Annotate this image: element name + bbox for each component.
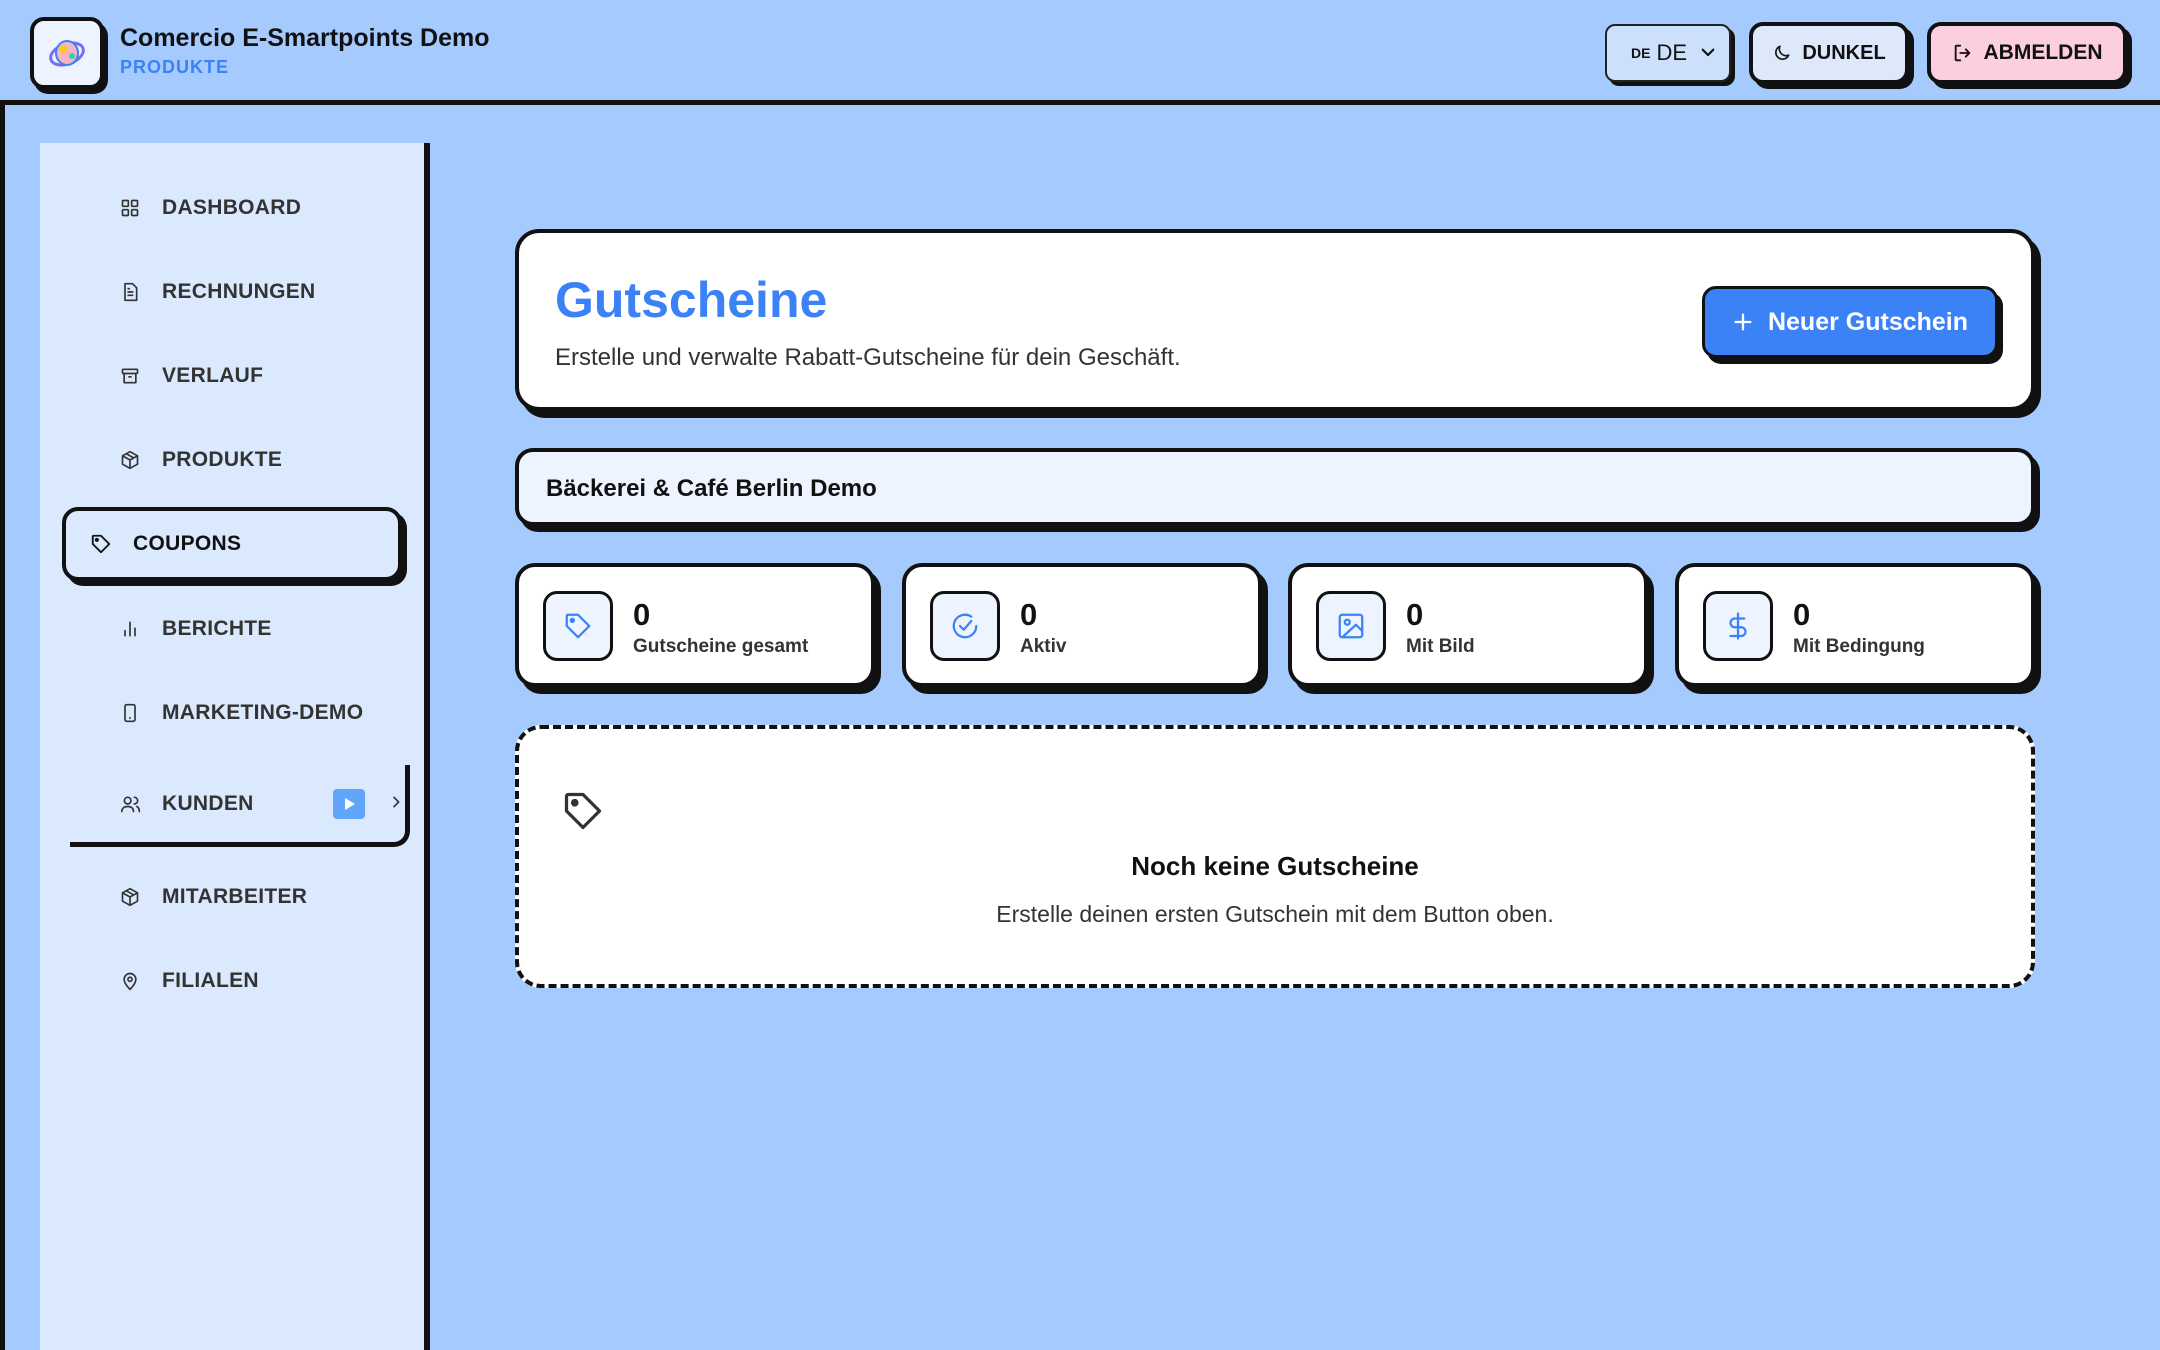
sidebar-item-label: DASHBOARD bbox=[162, 196, 302, 219]
play-badge[interactable] bbox=[333, 789, 365, 819]
archive-icon bbox=[121, 368, 139, 384]
document-icon bbox=[124, 282, 138, 302]
chevron-right-icon[interactable] bbox=[388, 793, 404, 811]
stat-value: 0 bbox=[1406, 597, 1424, 632]
stat-value: 0 bbox=[633, 597, 651, 632]
bar-chart-icon bbox=[124, 621, 136, 637]
sidebar-item-label: VERLAUF bbox=[162, 364, 264, 387]
stat-card-with-condition: 0 Mit Bedingung bbox=[1675, 563, 2035, 687]
check-circle-icon bbox=[952, 613, 978, 639]
empty-state: Noch keine Gutscheine Erstelle deinen er… bbox=[515, 725, 2035, 988]
stat-icon-box bbox=[1316, 591, 1386, 661]
plus-icon bbox=[1734, 313, 1752, 331]
app-title: Comercio E-Smartpoints Demo bbox=[120, 24, 490, 52]
top-bar: Comercio E-Smartpoints Demo PRODUKTE DE … bbox=[0, 0, 2160, 105]
sidebar-item-label: MARKETING-DEMO bbox=[162, 701, 364, 724]
users-icon bbox=[121, 796, 141, 812]
sidebar-item-label: PRODUKTE bbox=[162, 448, 283, 471]
play-icon bbox=[345, 798, 355, 810]
sidebar-item-berichte[interactable]: BERICHTE bbox=[70, 594, 410, 664]
box-icon bbox=[121, 887, 139, 907]
logout-label: ABMELDEN bbox=[1983, 41, 2103, 64]
new-coupon-button[interactable]: Neuer Gutschein bbox=[1702, 286, 1998, 358]
stat-icon-box bbox=[1703, 591, 1773, 661]
moon-icon bbox=[1775, 45, 1790, 60]
language-selected: DE bbox=[1656, 40, 1688, 65]
sidebar-item-label: FILIALEN bbox=[162, 969, 259, 992]
app-logo[interactable] bbox=[30, 17, 104, 89]
stat-label: Gutscheine gesamt bbox=[633, 636, 809, 657]
sidebar-item-dashboard[interactable]: DASHBOARD bbox=[70, 173, 410, 243]
sidebar-item-produkte[interactable]: PRODUKTE bbox=[70, 425, 410, 495]
current-section-label: PRODUKTE bbox=[120, 57, 230, 77]
sidebar-item-marketing-demo[interactable]: MARKETING-DEMO bbox=[70, 678, 410, 748]
sidebar-item-mitarbeiter[interactable]: MITARBEITER bbox=[70, 862, 410, 932]
logout-button[interactable]: ABMELDEN bbox=[1927, 22, 2127, 84]
store-selector[interactable]: Bäckerei & Café Berlin Demo bbox=[515, 448, 2035, 526]
tag-icon bbox=[564, 792, 602, 830]
stat-card-with-image: 0 Mit Bild bbox=[1288, 563, 1648, 687]
map-pin-icon bbox=[123, 972, 137, 991]
page-title: Gutscheine bbox=[555, 272, 828, 328]
page-description: Erstelle und verwalte Rabatt-Gutscheine … bbox=[555, 344, 1181, 371]
new-coupon-label: Neuer Gutschein bbox=[1767, 307, 1969, 336]
theme-toggle-button[interactable]: DUNKEL bbox=[1749, 22, 1909, 84]
box-icon bbox=[121, 450, 139, 470]
chevron-down-icon bbox=[1701, 48, 1715, 57]
stat-card-active: 0 Aktiv bbox=[902, 563, 1262, 687]
stat-label: Aktiv bbox=[1020, 636, 1067, 657]
tag-icon bbox=[565, 613, 591, 639]
logout-icon bbox=[1954, 44, 1970, 62]
stat-value: 0 bbox=[1020, 597, 1038, 632]
stat-value: 0 bbox=[1793, 597, 1811, 632]
stat-card-total: 0 Gutscheine gesamt bbox=[515, 563, 875, 687]
theme-toggle-label: DUNKEL bbox=[1802, 41, 1886, 64]
page-header-card: Gutscheine Erstelle und verwalte Rabatt-… bbox=[515, 229, 2035, 411]
sidebar: DASHBOARD RECHNUNGEN VERLAUF PRODUKTE CO… bbox=[40, 143, 430, 1350]
sidebar-item-verlauf[interactable]: VERLAUF bbox=[70, 341, 410, 411]
store-name: Bäckerei & Café Berlin Demo bbox=[546, 475, 877, 502]
frame-border bbox=[0, 105, 5, 1350]
phone-icon bbox=[124, 703, 136, 723]
language-code: DE bbox=[1631, 45, 1651, 61]
stat-label: Mit Bedingung bbox=[1793, 636, 1925, 657]
sidebar-item-label: RECHNUNGEN bbox=[162, 280, 316, 303]
sidebar-item-label: COUPONS bbox=[133, 532, 242, 555]
sidebar-item-rechnungen[interactable]: RECHNUNGEN bbox=[70, 257, 410, 327]
image-icon bbox=[1338, 613, 1364, 639]
stat-icon-box bbox=[930, 591, 1000, 661]
empty-state-title: Noch keine Gutscheine bbox=[1131, 851, 1419, 881]
language-select[interactable]: DE DE bbox=[1605, 24, 1731, 82]
sidebar-item-label: KUNDEN bbox=[162, 791, 254, 815]
empty-state-text: Erstelle deinen ersten Gutschein mit dem… bbox=[996, 901, 1554, 927]
sidebar-item-label: MITARBEITER bbox=[162, 885, 308, 908]
sidebar-item-kunden[interactable]: KUNDEN bbox=[70, 765, 410, 847]
dollar-icon bbox=[1729, 612, 1747, 640]
sidebar-item-filialen[interactable]: FILIALEN bbox=[70, 946, 410, 1016]
sidebar-item-label: BERICHTE bbox=[162, 617, 272, 640]
sidebar-item-coupons[interactable]: COUPONS bbox=[62, 507, 402, 581]
logo-icon bbox=[49, 40, 85, 67]
stat-label: Mit Bild bbox=[1406, 636, 1475, 657]
tag-icon bbox=[91, 534, 111, 554]
grid-icon bbox=[121, 199, 139, 217]
stat-icon-box bbox=[543, 591, 613, 661]
